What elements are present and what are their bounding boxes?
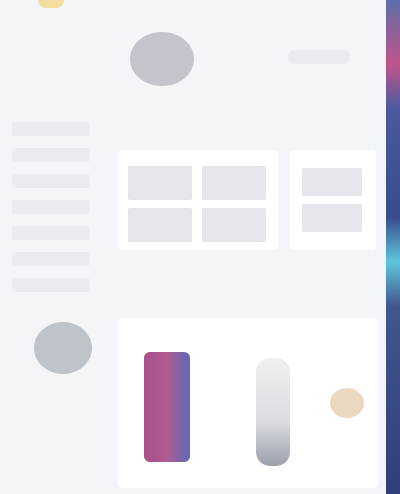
grid-tile[interactable] (202, 208, 266, 242)
side-dock[interactable] (386, 0, 400, 494)
side-tile[interactable] (302, 204, 362, 232)
logo[interactable] (38, 0, 64, 8)
grid-card[interactable] (118, 150, 278, 250)
side-tile[interactable] (302, 168, 362, 196)
sidebar-item[interactable] (12, 278, 90, 292)
products-panel (118, 318, 378, 488)
grid-tile[interactable] (128, 166, 192, 200)
sidebar-item[interactable] (12, 122, 90, 136)
side-card[interactable] (290, 150, 376, 250)
sidebar-avatar (34, 322, 92, 374)
sidebar (6, 122, 102, 484)
hero-avatar (130, 32, 194, 86)
grid-tile[interactable] (202, 166, 266, 200)
product-image[interactable] (330, 388, 364, 418)
product-image[interactable] (256, 358, 290, 466)
sidebar-item[interactable] (12, 148, 90, 162)
top-bar (0, 0, 386, 22)
product-image[interactable] (144, 352, 190, 462)
hero-action-button[interactable] (288, 50, 350, 64)
sidebar-item[interactable] (12, 200, 90, 214)
sidebar-item[interactable] (12, 174, 90, 188)
grid-tile[interactable] (128, 208, 192, 242)
sidebar-item[interactable] (12, 226, 90, 240)
sidebar-item[interactable] (12, 252, 90, 266)
